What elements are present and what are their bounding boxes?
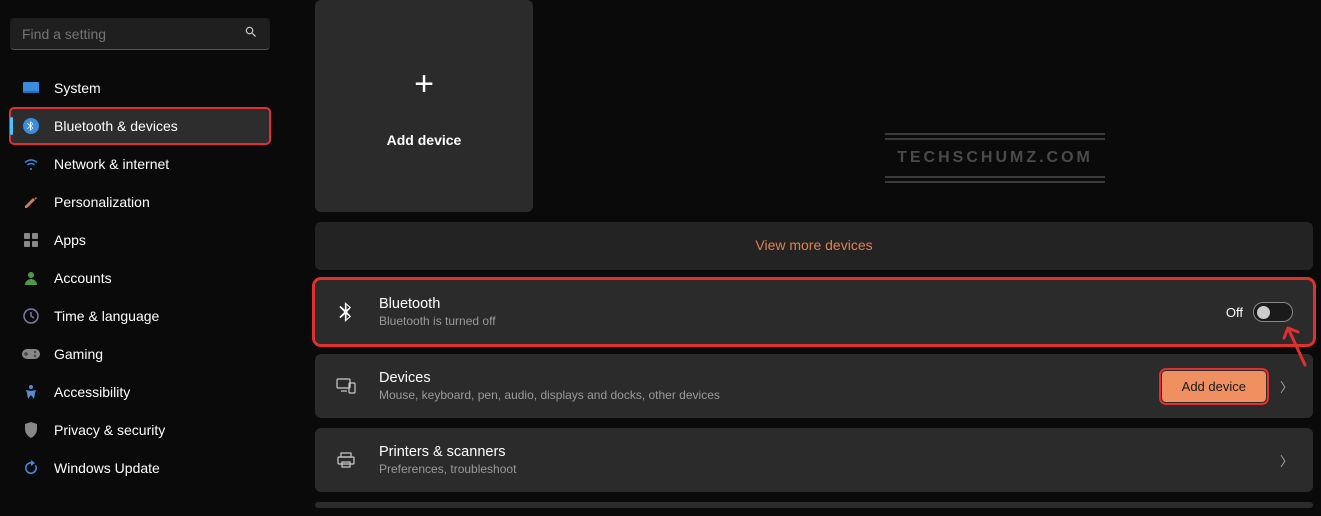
bluetooth-icon bbox=[335, 302, 357, 322]
search-box[interactable] bbox=[10, 18, 270, 50]
sidebar-item-privacy[interactable]: Privacy & security bbox=[10, 412, 270, 448]
sidebar: System Bluetooth & devices Network & int… bbox=[0, 0, 280, 516]
bluetooth-text: Bluetooth Bluetooth is turned off bbox=[379, 296, 1226, 328]
sidebar-item-time-language[interactable]: Time & language bbox=[10, 298, 270, 334]
sidebar-item-network[interactable]: Network & internet bbox=[10, 146, 270, 182]
add-device-card[interactable]: + Add device bbox=[315, 0, 533, 212]
system-icon bbox=[22, 79, 40, 97]
devices-icon bbox=[335, 378, 357, 394]
sidebar-item-label: Network & internet bbox=[54, 156, 169, 172]
sidebar-item-windows-update[interactable]: Windows Update bbox=[10, 450, 270, 486]
search-input[interactable] bbox=[22, 26, 244, 42]
view-more-label: View more devices bbox=[755, 237, 872, 253]
bluetooth-toggle-group: Off bbox=[1226, 302, 1293, 322]
sidebar-item-system[interactable]: System bbox=[10, 70, 270, 106]
sidebar-item-apps[interactable]: Apps bbox=[10, 222, 270, 258]
sidebar-item-accounts[interactable]: Accounts bbox=[10, 260, 270, 296]
bluetooth-setting-row[interactable]: Bluetooth Bluetooth is turned off Off bbox=[315, 280, 1313, 344]
accounts-icon bbox=[22, 269, 40, 287]
add-device-label: Add device bbox=[387, 132, 462, 148]
sidebar-item-label: Bluetooth & devices bbox=[54, 118, 178, 134]
printers-desc: Preferences, troubleshoot bbox=[379, 462, 1266, 476]
watermark: TECHSCHUMZ.COM bbox=[885, 130, 1105, 186]
sidebar-item-bluetooth-devices[interactable]: Bluetooth & devices bbox=[10, 108, 270, 144]
accessibility-icon bbox=[22, 383, 40, 401]
printer-icon bbox=[335, 452, 357, 468]
devices-desc: Mouse, keyboard, pen, audio, displays an… bbox=[379, 388, 1162, 402]
sidebar-item-accessibility[interactable]: Accessibility bbox=[10, 374, 270, 410]
sidebar-item-label: Accounts bbox=[54, 270, 112, 286]
sidebar-item-label: Apps bbox=[54, 232, 86, 248]
sidebar-item-label: Time & language bbox=[54, 308, 159, 324]
gaming-icon bbox=[22, 345, 40, 363]
printers-title: Printers & scanners bbox=[379, 444, 1266, 460]
chevron-right-icon: 〉 bbox=[1280, 451, 1293, 470]
sidebar-item-label: Gaming bbox=[54, 346, 103, 362]
printers-setting-row[interactable]: Printers & scanners Preferences, trouble… bbox=[315, 428, 1313, 492]
printers-text: Printers & scanners Preferences, trouble… bbox=[379, 444, 1266, 476]
privacy-icon bbox=[22, 421, 40, 439]
bluetooth-toggle[interactable] bbox=[1253, 302, 1293, 322]
nav-list: System Bluetooth & devices Network & int… bbox=[10, 70, 270, 486]
personalization-icon bbox=[22, 193, 40, 211]
partial-setting-row[interactable] bbox=[315, 502, 1313, 508]
devices-title: Devices bbox=[379, 370, 1162, 386]
plus-icon: + bbox=[414, 65, 434, 104]
sidebar-item-label: Windows Update bbox=[54, 460, 160, 476]
devices-setting-row[interactable]: Devices Mouse, keyboard, pen, audio, dis… bbox=[315, 354, 1313, 418]
bluetooth-icon bbox=[22, 117, 40, 135]
devices-text: Devices Mouse, keyboard, pen, audio, dis… bbox=[379, 370, 1162, 402]
wifi-icon bbox=[22, 155, 40, 173]
bluetooth-title: Bluetooth bbox=[379, 296, 1226, 312]
time-icon bbox=[22, 307, 40, 325]
add-device-button[interactable]: Add device bbox=[1162, 371, 1266, 402]
apps-icon bbox=[22, 231, 40, 249]
sidebar-item-label: System bbox=[54, 80, 101, 96]
annotation-arrow bbox=[1280, 320, 1310, 375]
sidebar-item-gaming[interactable]: Gaming bbox=[10, 336, 270, 372]
bluetooth-desc: Bluetooth is turned off bbox=[379, 314, 1226, 328]
sidebar-item-personalization[interactable]: Personalization bbox=[10, 184, 270, 220]
bluetooth-toggle-label: Off bbox=[1226, 305, 1243, 320]
view-more-devices-link[interactable]: View more devices bbox=[315, 222, 1313, 270]
sidebar-item-label: Personalization bbox=[54, 194, 150, 210]
chevron-right-icon: 〉 bbox=[1280, 377, 1293, 396]
sidebar-item-label: Accessibility bbox=[54, 384, 130, 400]
main-content: + Add device TECHSCHUMZ.COM View more de… bbox=[280, 0, 1321, 516]
sidebar-item-label: Privacy & security bbox=[54, 422, 165, 438]
search-icon bbox=[244, 25, 258, 42]
update-icon bbox=[22, 459, 40, 477]
